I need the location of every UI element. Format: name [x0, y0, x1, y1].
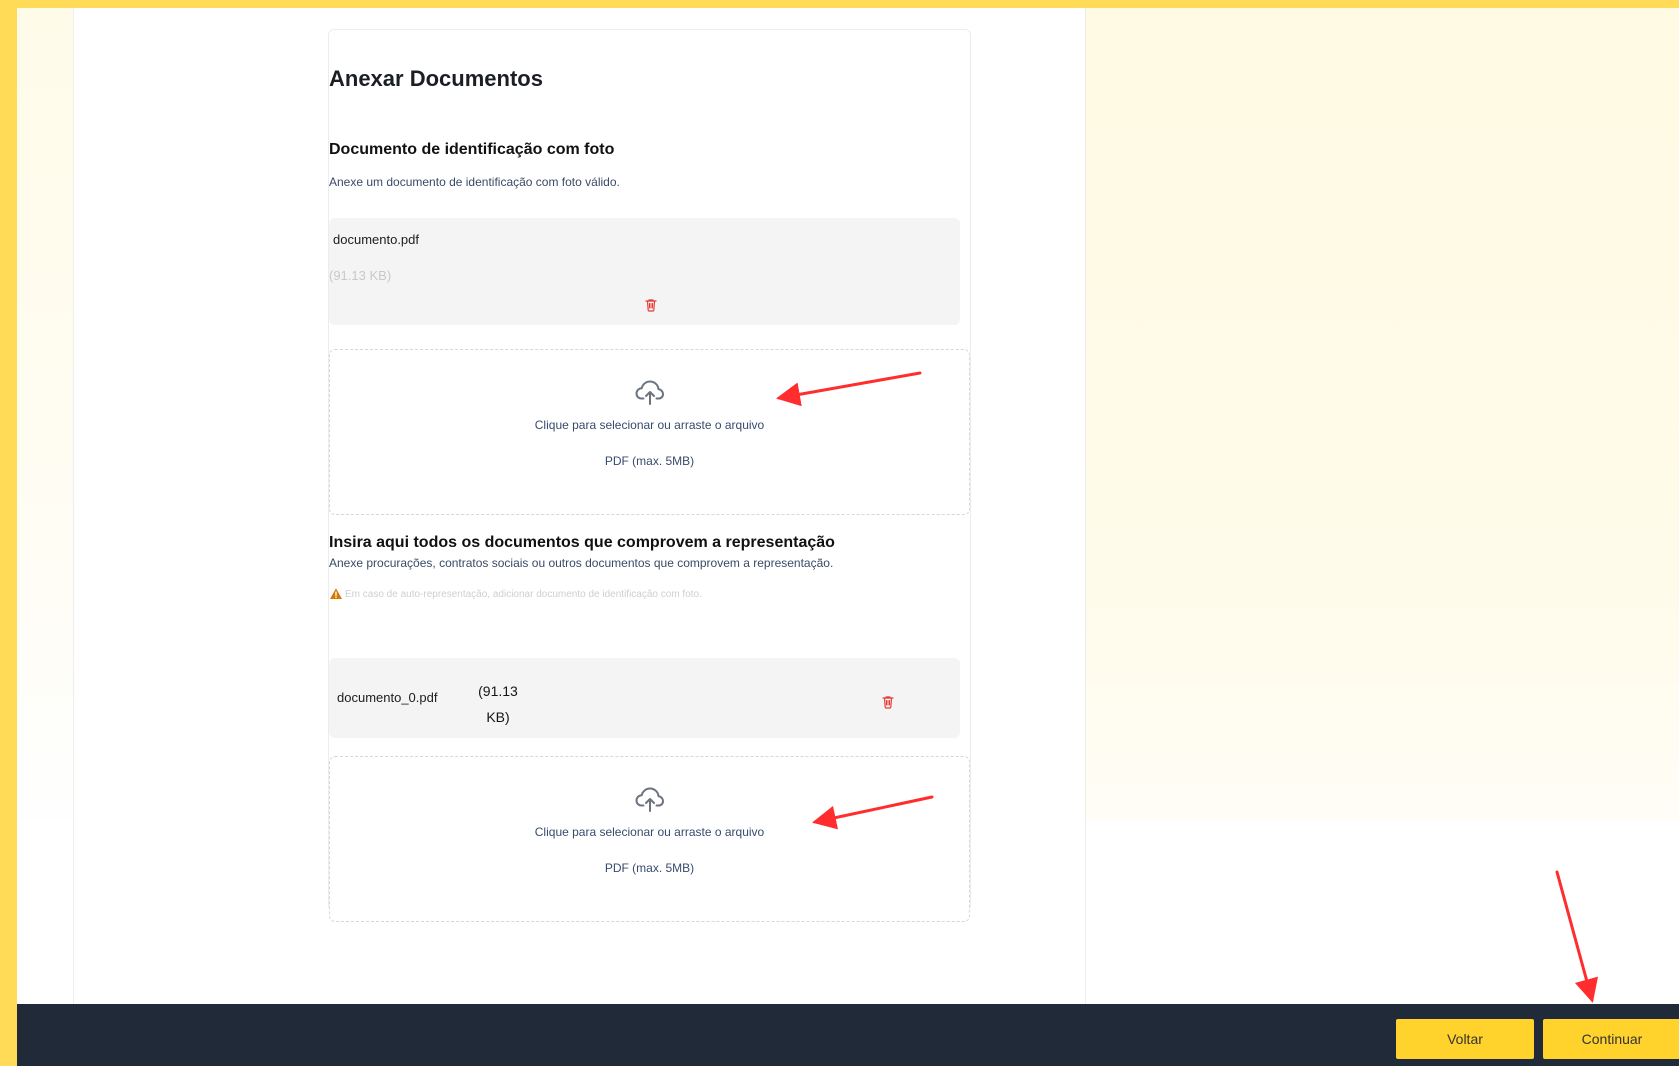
- upload-dropzone-representation[interactable]: Clique para selecionar ou arraste o arqu…: [329, 756, 970, 922]
- section-title-identity: Documento de identificação com foto: [329, 141, 615, 158]
- cloud-upload-icon: [632, 374, 668, 410]
- trash-icon[interactable]: [881, 694, 895, 710]
- attachment-card: Anexar Documentos Documento de identific…: [328, 29, 971, 922]
- continue-button[interactable]: Continuar: [1543, 1019, 1679, 1059]
- uploaded-file-size: (91.13 KB): [478, 683, 518, 725]
- main-content: Anexar Documentos Documento de identific…: [73, 8, 1086, 1004]
- dropzone-primary-text: Clique para selecionar ou arraste o arqu…: [534, 825, 765, 839]
- uploaded-file-name: documento.pdf: [333, 232, 420, 247]
- cloud-upload-icon: [632, 781, 668, 817]
- page-background: Anexar Documentos Documento de identific…: [17, 8, 1679, 1066]
- uploaded-file-identity: documento.pdf (91.13 KB): [329, 218, 960, 325]
- warning-icon: [329, 587, 343, 601]
- section-title-representation: Insira aqui todos os documentos que comp…: [329, 534, 835, 551]
- warning-message: Em caso de auto-representação, adicionar…: [329, 587, 702, 601]
- warning-text: Em caso de auto-representação, adicionar…: [345, 588, 702, 600]
- uploaded-file-name: documento_0.pdf: [337, 690, 438, 705]
- card-title: Anexar Documentos: [329, 66, 543, 91]
- section-description-identity: Anexe um documento de identificação com …: [329, 175, 620, 189]
- upload-dropzone-identity[interactable]: Clique para selecionar ou arraste o arqu…: [329, 349, 970, 515]
- uploaded-file-representation: documento_0.pdf (91.13 KB): [329, 658, 960, 738]
- section-description-representation: Anexe procurações, contratos sociais ou …: [329, 556, 834, 570]
- back-button[interactable]: Voltar: [1396, 1019, 1534, 1059]
- uploaded-file-size: (91.13 KB): [329, 268, 392, 283]
- right-panel: [1084, 8, 1679, 820]
- footer-bar: Voltar Continuar: [17, 1004, 1679, 1066]
- trash-icon[interactable]: [644, 297, 658, 313]
- dropzone-secondary-text: PDF (max. 5MB): [604, 861, 695, 875]
- dropzone-primary-text: Clique para selecionar ou arraste o arqu…: [534, 418, 765, 432]
- dropzone-secondary-text: PDF (max. 5MB): [604, 454, 695, 468]
